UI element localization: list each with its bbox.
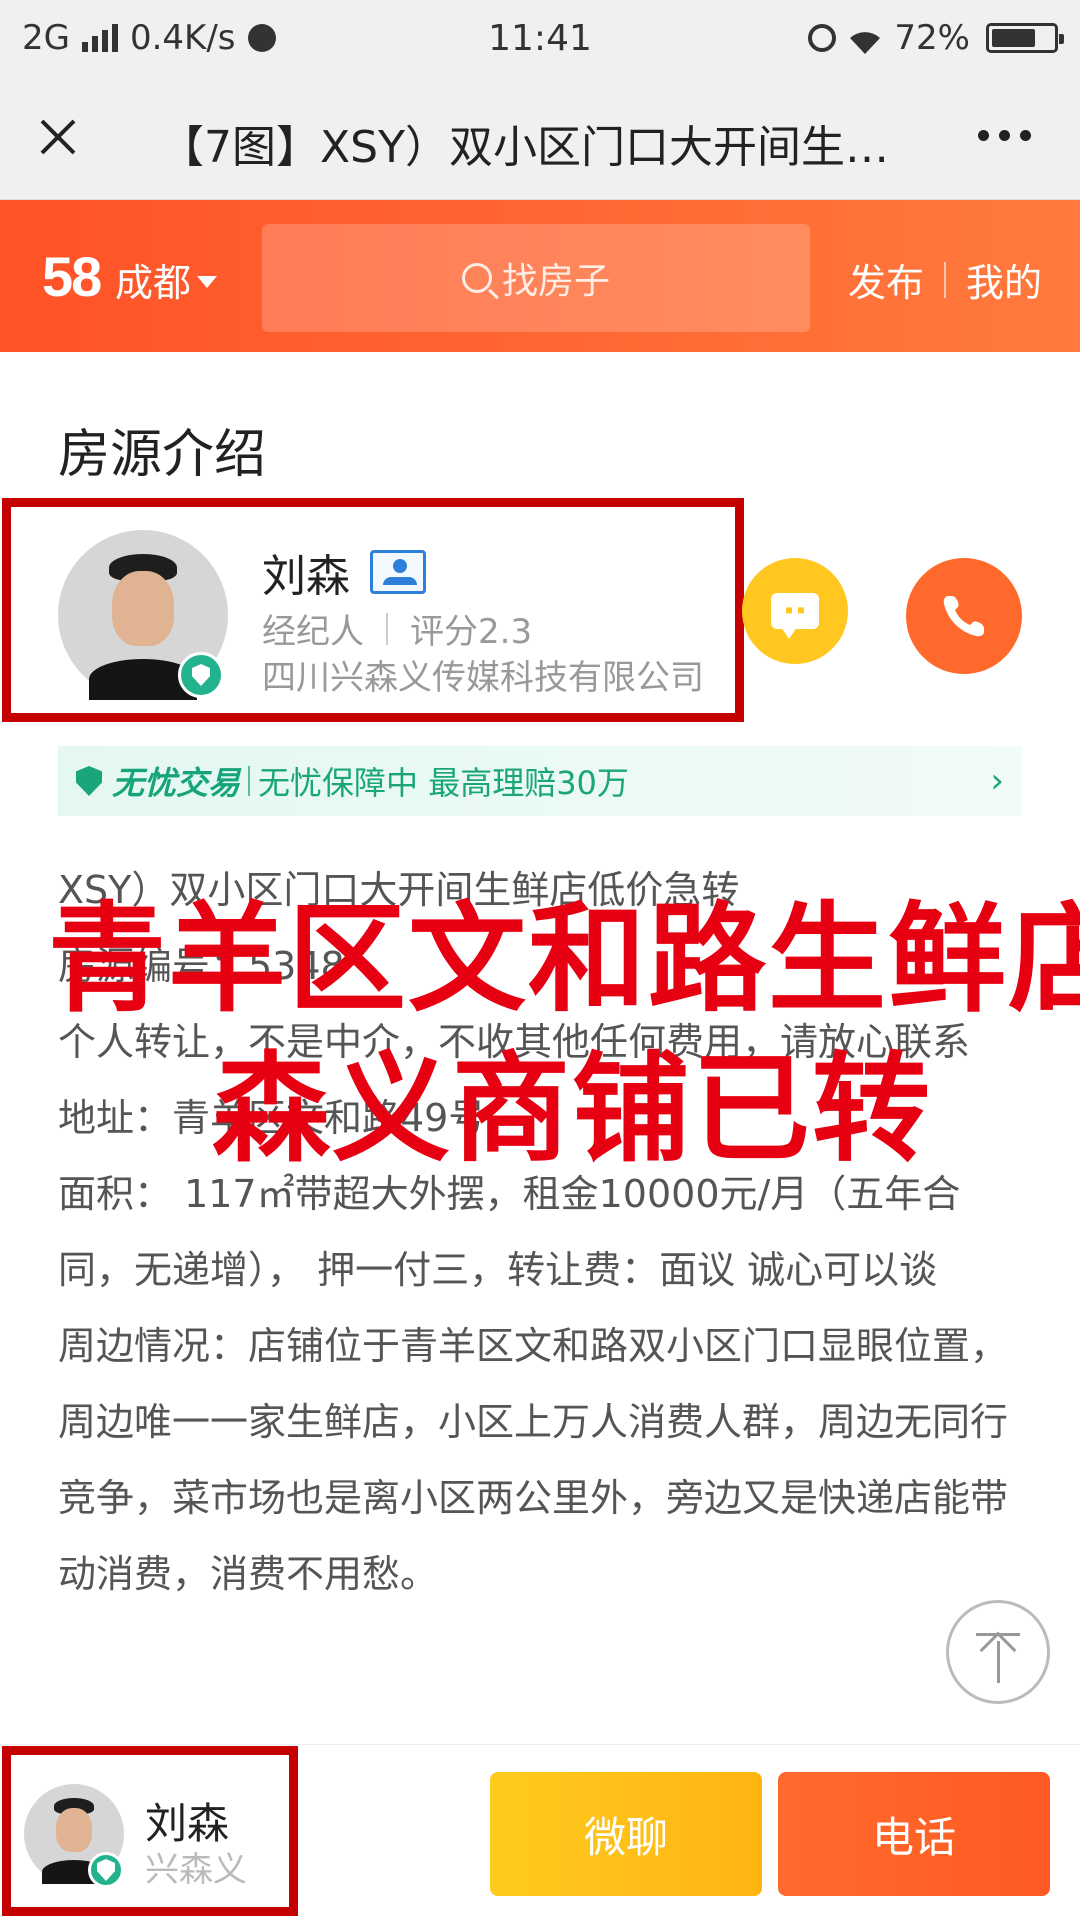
- battery-icon: [986, 22, 1064, 53]
- search-icon: [461, 263, 492, 293]
- guarantee-text: 无忧保障中 最高理赔30万: [258, 764, 629, 802]
- chat-button[interactable]: [742, 558, 848, 664]
- search-box[interactable]: 找房子: [262, 224, 810, 332]
- status-left: 2G 0.4K/s: [22, 18, 276, 58]
- title-bar: 【7图】XSY）双小区门口大开间生…: [0, 75, 1080, 200]
- guarantee-banner[interactable]: 无忧交易 无忧保障中 最高理赔30万 ›: [58, 746, 1022, 816]
- agent-highlight-box: [2, 498, 744, 722]
- page-title: 【7图】XSY）双小区门口大开间生…: [160, 122, 889, 173]
- phone-icon: [943, 596, 984, 637]
- battery-percent: 72%: [894, 17, 970, 58]
- overlay-caption-line2: 森义商铺已转: [212, 1040, 933, 1178]
- status-bar: 2G 0.4K/s 72%: [0, 0, 1080, 75]
- alarm-icon: [808, 23, 837, 52]
- site-logo[interactable]: 58: [42, 244, 102, 309]
- more-menu-button[interactable]: [964, 105, 1044, 165]
- close-button[interactable]: [30, 109, 86, 165]
- guarantee-brand: 无忧交易: [112, 764, 241, 802]
- site-header: 58 成都 找房子 发布 我的: [0, 200, 1080, 352]
- status-right: 72%: [808, 17, 1064, 58]
- browser-globe-icon: [247, 23, 276, 52]
- description-line: 周边情况：店铺位于青羊区文和路双小区门口显眼位置，周边唯一一家生鲜店，小区上万人…: [58, 1324, 1009, 1596]
- description-line: 面积： 117㎡带超大外摆，租金10000元/月（五年合同，无递增）， 押一付三…: [58, 1172, 961, 1292]
- header-links: 发布 我的: [848, 252, 1042, 307]
- section-title: 房源介绍: [58, 425, 267, 485]
- dropdown-arrow-icon: [197, 275, 218, 288]
- call-button[interactable]: 电话: [778, 1772, 1050, 1896]
- battery-level: [992, 28, 1036, 47]
- chevron-right-icon: ›: [990, 761, 1004, 801]
- wifi-icon: [848, 25, 882, 54]
- guarantee-divider: [248, 766, 251, 796]
- more-dot-icon: [998, 129, 1010, 141]
- signal-icon: [81, 23, 118, 52]
- more-dot-icon: [1019, 129, 1031, 141]
- mine-link[interactable]: 我的: [966, 252, 1042, 307]
- city-label: 成都: [115, 261, 192, 305]
- more-dot-icon: [977, 129, 989, 141]
- close-icon: [40, 119, 76, 155]
- publish-link[interactable]: 发布: [848, 252, 924, 307]
- search-placeholder: 找房子: [501, 261, 610, 302]
- guarantee-shield-icon: [76, 766, 102, 796]
- phone-button[interactable]: [906, 558, 1022, 674]
- city-selector[interactable]: 成都: [115, 252, 218, 307]
- network-speed: 0.4K/s: [129, 17, 236, 58]
- header-divider: [943, 261, 946, 298]
- bottom-agent-highlight-box: [2, 1746, 298, 1916]
- wechat-button[interactable]: 微聊: [490, 1772, 762, 1896]
- overlay-caption-line1: 青羊区文和路生鲜店: [48, 890, 1080, 1028]
- back-to-top-button[interactable]: [946, 1600, 1050, 1704]
- network-type: 2G: [22, 17, 70, 58]
